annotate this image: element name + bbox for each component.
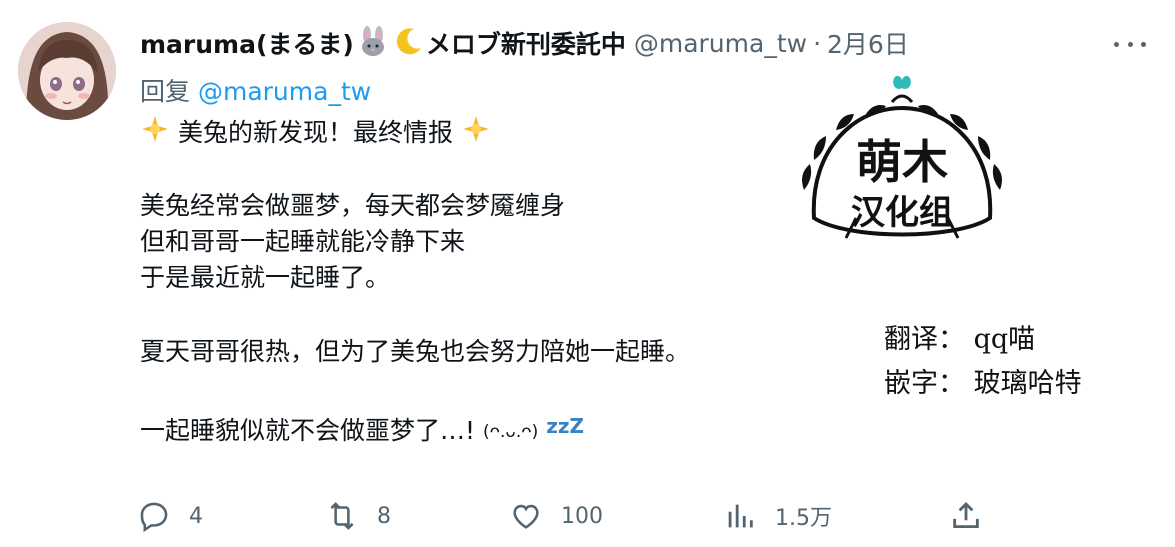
reply-button[interactable]: 4 [137,496,203,536]
view-count: 1.5万 [775,506,832,531]
reply-prefix: 回复 [140,77,191,106]
text-line-4: 于是最近就一起睡了。 [140,263,391,292]
separator-dot: · [813,28,822,58]
sparkle-star-icon [140,114,170,154]
like-button[interactable]: 100 [509,496,603,536]
avatar-image [18,22,116,120]
display-name[interactable]: maruma(まるま) [140,25,354,61]
reply-context: 回复 @maruma_tw [140,72,371,108]
like-count: 100 [561,503,603,529]
retweet-icon [330,502,354,530]
more-options-icon[interactable] [1114,32,1146,56]
text-line-2: 美兔经常会做噩梦，每天都会梦魇缠身 [140,191,566,220]
tweet-text: 美兔的新发现！最终情报 美兔经常会做噩梦，每天都会梦魇缠身 但和哥哥一起睡就能冷… [140,114,691,445]
text-line-3: 但和哥哥一起睡就能冷静下来 [140,227,466,256]
display-name-suffix[interactable]: メロブ新刊委託中 [426,25,626,61]
author-handle[interactable]: @maruma_tw [634,29,807,58]
reply-mention-link[interactable]: @maruma_tw [198,77,371,106]
heart-icon [513,504,539,529]
kaomoji: (ᴖ.ᴗ.ᴖ) [482,422,539,442]
text-line-5: 夏天哥哥很热，但为了美兔也会努力陪她一起睡。 [140,337,691,366]
analytics-bar-icon [728,504,753,528]
rabbit-icon [356,26,390,60]
translator-credit: 翻译： qq喵 [884,324,1036,355]
retweet-button[interactable]: 8 [325,496,391,536]
logo-subtitle: 汉化组 [851,193,953,233]
retweet-count: 8 [377,503,391,529]
reply-count: 4 [189,503,203,529]
text-line-1: 美兔的新发现！最终情报 [140,114,690,150]
share-upload-icon [953,501,979,529]
crescent-moon-icon [394,26,424,60]
text-line-6: 一起睡貌似就不会做噩梦了…! (ᴖ.ᴗ.ᴖ) zzZ [140,408,690,445]
avatar[interactable] [18,22,116,120]
zzz-sleep-icon: zzZ [546,414,585,438]
reply-icon [140,502,168,533]
text-headline: 美兔的新发现！最终情报 [177,118,453,147]
action-bar: 4 8 100 1.5万 [137,496,997,536]
translation-group-logo: 萌木 汉化组 [796,68,1008,258]
text-line-6-body: 一起睡貌似就不会做噩梦了…! [140,416,476,445]
translation-credits: 翻译： qq喵 嵌字： 玻璃哈特 [884,318,1082,406]
logo-title: 萌木 [856,135,948,189]
tweet-header: maruma(まるま) メロブ新刊委託中 @maruma_tw · 2月6日 [140,24,1145,62]
views-button[interactable]: 1.5万 [723,496,832,536]
tweet-date[interactable]: 2月6日 [827,25,909,61]
typesetter-credit: 嵌字： 玻璃哈特 [884,368,1082,399]
sparkle-star-icon [461,114,491,154]
share-button[interactable] [949,496,983,536]
